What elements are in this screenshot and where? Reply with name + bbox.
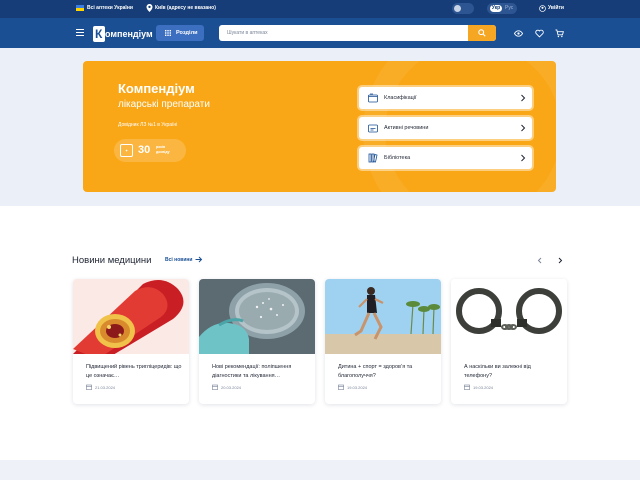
city-selector[interactable]: Київ (адресу не вказано) — [155, 5, 216, 11]
search-button[interactable] — [468, 25, 496, 41]
hero-link-label: Бібліотека — [384, 155, 411, 161]
news-card-title[interactable]: А наскільки ви залежні від телефону? — [464, 363, 560, 381]
footer-strip — [0, 460, 640, 480]
news-card-date: 20.03.2024 — [221, 385, 242, 390]
hero-link-classifications[interactable]: Класифікації — [359, 87, 532, 109]
sections-button[interactable]: Розділи — [156, 25, 204, 41]
news-image-runner — [325, 279, 441, 354]
news-card[interactable]: Дитина + спорт = здоров’я та благополучч… — [325, 279, 441, 404]
years-number: 30 — [138, 144, 151, 156]
eye-icon[interactable] — [514, 29, 523, 38]
top-bar: Всі аптеки України Київ (адресу не вказа… — [0, 0, 640, 18]
chevron-right-icon — [521, 124, 526, 132]
chevron-right-icon — [521, 154, 526, 162]
news-image-blood-vessel — [73, 279, 189, 354]
search-placeholder: Шукати в аптеках — [227, 30, 268, 36]
news-card-date: 21.03.2024 — [95, 385, 116, 390]
location-pin-icon — [146, 4, 153, 12]
heart-icon[interactable] — [535, 29, 544, 38]
chevron-right-icon — [521, 94, 526, 102]
theme-toggle[interactable] — [452, 3, 474, 14]
news-card[interactable]: Нові рекомендації: поліпшення діагностик… — [199, 279, 315, 404]
classification-icon — [368, 93, 378, 103]
news-image-handcuffs — [451, 279, 567, 354]
all-news-link[interactable]: Всі новини — [165, 257, 193, 263]
news-image-petri-dish — [199, 279, 315, 354]
carousel-prev-button[interactable] — [537, 257, 543, 264]
menu-icon[interactable] — [76, 29, 84, 36]
all-pharmacies-link[interactable]: Всі аптеки України — [87, 5, 133, 11]
years-label: років досвіду — [156, 145, 170, 154]
hero-subtitle: лікарські препарати — [118, 99, 210, 110]
login-link[interactable]: Увійти — [548, 5, 564, 11]
hero-reference: Довідник ЛЗ №1 в Україні — [118, 122, 178, 128]
news-card-title[interactable]: Нові рекомендації: поліпшення діагностик… — [212, 363, 308, 381]
arrow-right-icon[interactable] — [195, 256, 203, 263]
main-header: К омпендіум Розділи Шукати в аптеках — [0, 18, 640, 48]
news-card-date: 19.03.2024 — [347, 385, 368, 390]
calendar-icon — [212, 384, 218, 390]
logo-mark: К — [93, 26, 105, 42]
lang-ru-option[interactable]: Рус — [505, 5, 513, 12]
hero-link-substances[interactable]: Активні речовини — [359, 117, 532, 139]
news-card-title[interactable]: Дитина + спорт = здоров’я та благополучч… — [338, 363, 434, 381]
news-card[interactable]: Підвищений рівень тригліцеридів: що це о… — [73, 279, 189, 404]
calendar-icon — [338, 384, 344, 390]
hero-title: Компендіум — [118, 81, 195, 96]
substance-icon — [368, 124, 378, 133]
sections-label: Розділи — [176, 30, 198, 36]
calendar-icon — [464, 384, 470, 390]
logo-text: омпендіум — [105, 29, 153, 39]
search-input[interactable]: Шукати в аптеках — [219, 25, 496, 41]
search-icon — [478, 29, 486, 37]
hero-banner: Компендіум лікарські препарати Довідник … — [83, 61, 556, 192]
carousel-next-button[interactable] — [557, 257, 563, 264]
ukraine-flag-icon — [76, 5, 84, 11]
news-section-title: Новини медицини — [72, 255, 152, 266]
cart-icon[interactable] — [555, 29, 564, 38]
hero-link-label: Класифікації — [384, 95, 417, 101]
news-card-title[interactable]: Підвищений рівень тригліцеридів: що це о… — [86, 363, 182, 381]
user-icon — [539, 5, 546, 12]
experience-badge: ✦ 30 років досвіду — [114, 139, 186, 162]
award-icon: ✦ — [120, 144, 133, 157]
grid-icon — [165, 30, 171, 36]
lang-ua-option[interactable]: Укр — [490, 5, 502, 12]
toggle-knob — [454, 5, 461, 12]
hero-link-label: Активні речовини — [384, 125, 429, 131]
calendar-icon — [86, 384, 92, 390]
hero-link-library[interactable]: Бібліотека — [359, 147, 532, 169]
news-card[interactable]: А наскільки ви залежні від телефону? 19.… — [451, 279, 567, 404]
news-card-date: 19.03.2024 — [473, 385, 494, 390]
library-icon — [368, 153, 378, 163]
language-switcher[interactable]: Укр Рус — [487, 3, 517, 14]
